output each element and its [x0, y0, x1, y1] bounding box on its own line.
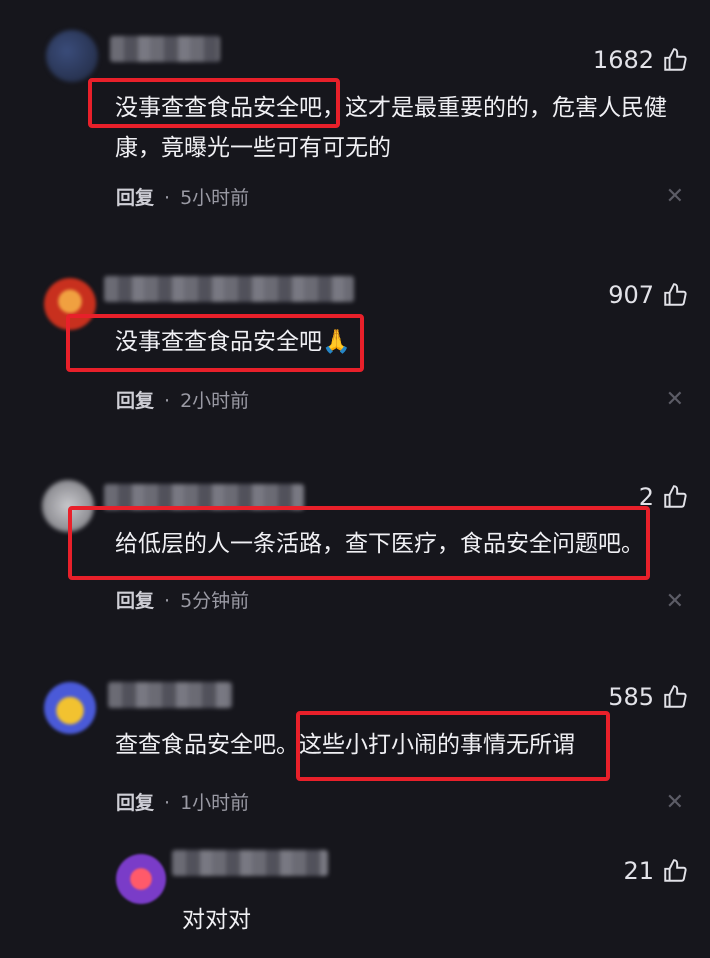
comment-meta: 回复 · 5分钟前 [116, 586, 249, 613]
timestamp: 1小时前 [180, 792, 250, 814]
thumbs-up-icon [664, 859, 687, 882]
highlight-box [88, 78, 340, 128]
like-count: 585 [608, 683, 654, 711]
like-button[interactable]: 1682 [593, 46, 688, 74]
like-count: 907 [608, 281, 654, 309]
username-blurred[interactable] [108, 682, 232, 708]
reply-button[interactable]: 回复 [116, 187, 154, 209]
close-icon[interactable]: ✕ [666, 790, 684, 815]
avatar[interactable] [46, 30, 98, 82]
close-icon[interactable]: ✕ [666, 184, 684, 209]
avatar[interactable] [44, 682, 96, 734]
comment-meta: 回复 · 2小时前 [116, 386, 249, 413]
reply-button[interactable]: 回复 [116, 390, 154, 412]
thumbs-up-icon [664, 685, 687, 708]
close-icon[interactable]: ✕ [666, 589, 684, 614]
comment-meta: 回复 · 1小时前 [116, 788, 249, 815]
like-button[interactable]: 907 [608, 281, 688, 309]
avatar[interactable] [116, 854, 166, 904]
thumbs-up-icon [664, 485, 687, 508]
highlight-box [68, 506, 650, 580]
separator-dot: · [164, 792, 171, 814]
timestamp: 5小时前 [180, 187, 250, 209]
highlight-box [66, 314, 364, 372]
like-button[interactable]: 585 [608, 683, 688, 711]
separator-dot: · [164, 187, 171, 209]
thumbs-up-icon [664, 48, 687, 71]
reply-button[interactable]: 回复 [116, 792, 154, 814]
close-icon[interactable]: ✕ [666, 387, 684, 412]
like-button[interactable]: 21 [623, 857, 688, 885]
like-count: 21 [623, 857, 654, 885]
separator-dot: · [164, 390, 171, 412]
timestamp: 2小时前 [180, 390, 250, 412]
username-blurred[interactable] [172, 850, 328, 876]
reply-button[interactable]: 回复 [116, 590, 154, 612]
timestamp: 5分钟前 [180, 590, 250, 612]
username-blurred[interactable] [110, 36, 220, 62]
comment-meta: 回复 · 5小时前 [116, 183, 249, 210]
like-count: 1682 [592, 46, 654, 74]
comment-text: 对对对 [182, 907, 251, 933]
username-blurred[interactable] [104, 276, 354, 302]
comment-text-line-2: 康，竟曝光一些可有可无的 [115, 135, 391, 161]
separator-dot: · [164, 590, 171, 612]
highlight-box [296, 711, 610, 781]
thumbs-up-icon [664, 283, 687, 306]
